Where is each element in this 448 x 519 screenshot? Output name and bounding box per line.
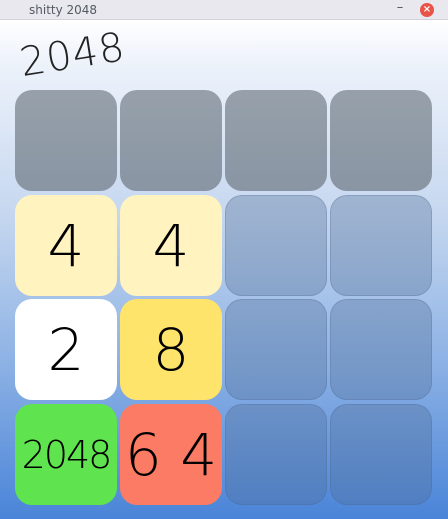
tile-r3-c3 — [225, 299, 327, 400]
tile-r4-c1: 2048 — [15, 404, 117, 505]
game-area: 2048 4 4 2 8 2048 6 4 — [0, 20, 448, 519]
tile-r3-c2: 8 — [120, 299, 222, 400]
minimize-button[interactable]: – — [393, 0, 407, 18]
tile-r3-c1: 2 — [15, 299, 117, 400]
tile-r4-c3 — [225, 404, 327, 505]
tile-value: 4 — [152, 211, 190, 280]
tile-r1-c1 — [15, 90, 117, 191]
tile-r2-c3 — [225, 195, 327, 296]
tile-r1-c4 — [330, 90, 432, 191]
tile-r1-c3 — [225, 90, 327, 191]
tile-r2-c2: 4 — [120, 195, 222, 296]
tile-value: 4 — [47, 211, 85, 280]
tile-value: 8 — [152, 315, 190, 384]
tile-value: 2 — [47, 315, 85, 384]
game-logo: 2048 — [16, 24, 129, 86]
tile-r2-c4 — [330, 195, 432, 296]
window-title: shitty 2048 — [29, 3, 98, 17]
tile-r2-c1: 4 — [15, 195, 117, 296]
close-button[interactable]: × — [420, 3, 434, 17]
tile-r4-c4 — [330, 404, 432, 505]
tile-r1-c2 — [120, 90, 222, 191]
tile-r4-c2: 6 4 — [120, 404, 222, 505]
tile-value: 6 4 — [124, 420, 218, 489]
title-bar: shitty 2048 – × — [0, 0, 448, 20]
tile-value: 2048 — [21, 432, 113, 477]
tile-r3-c4 — [330, 299, 432, 400]
